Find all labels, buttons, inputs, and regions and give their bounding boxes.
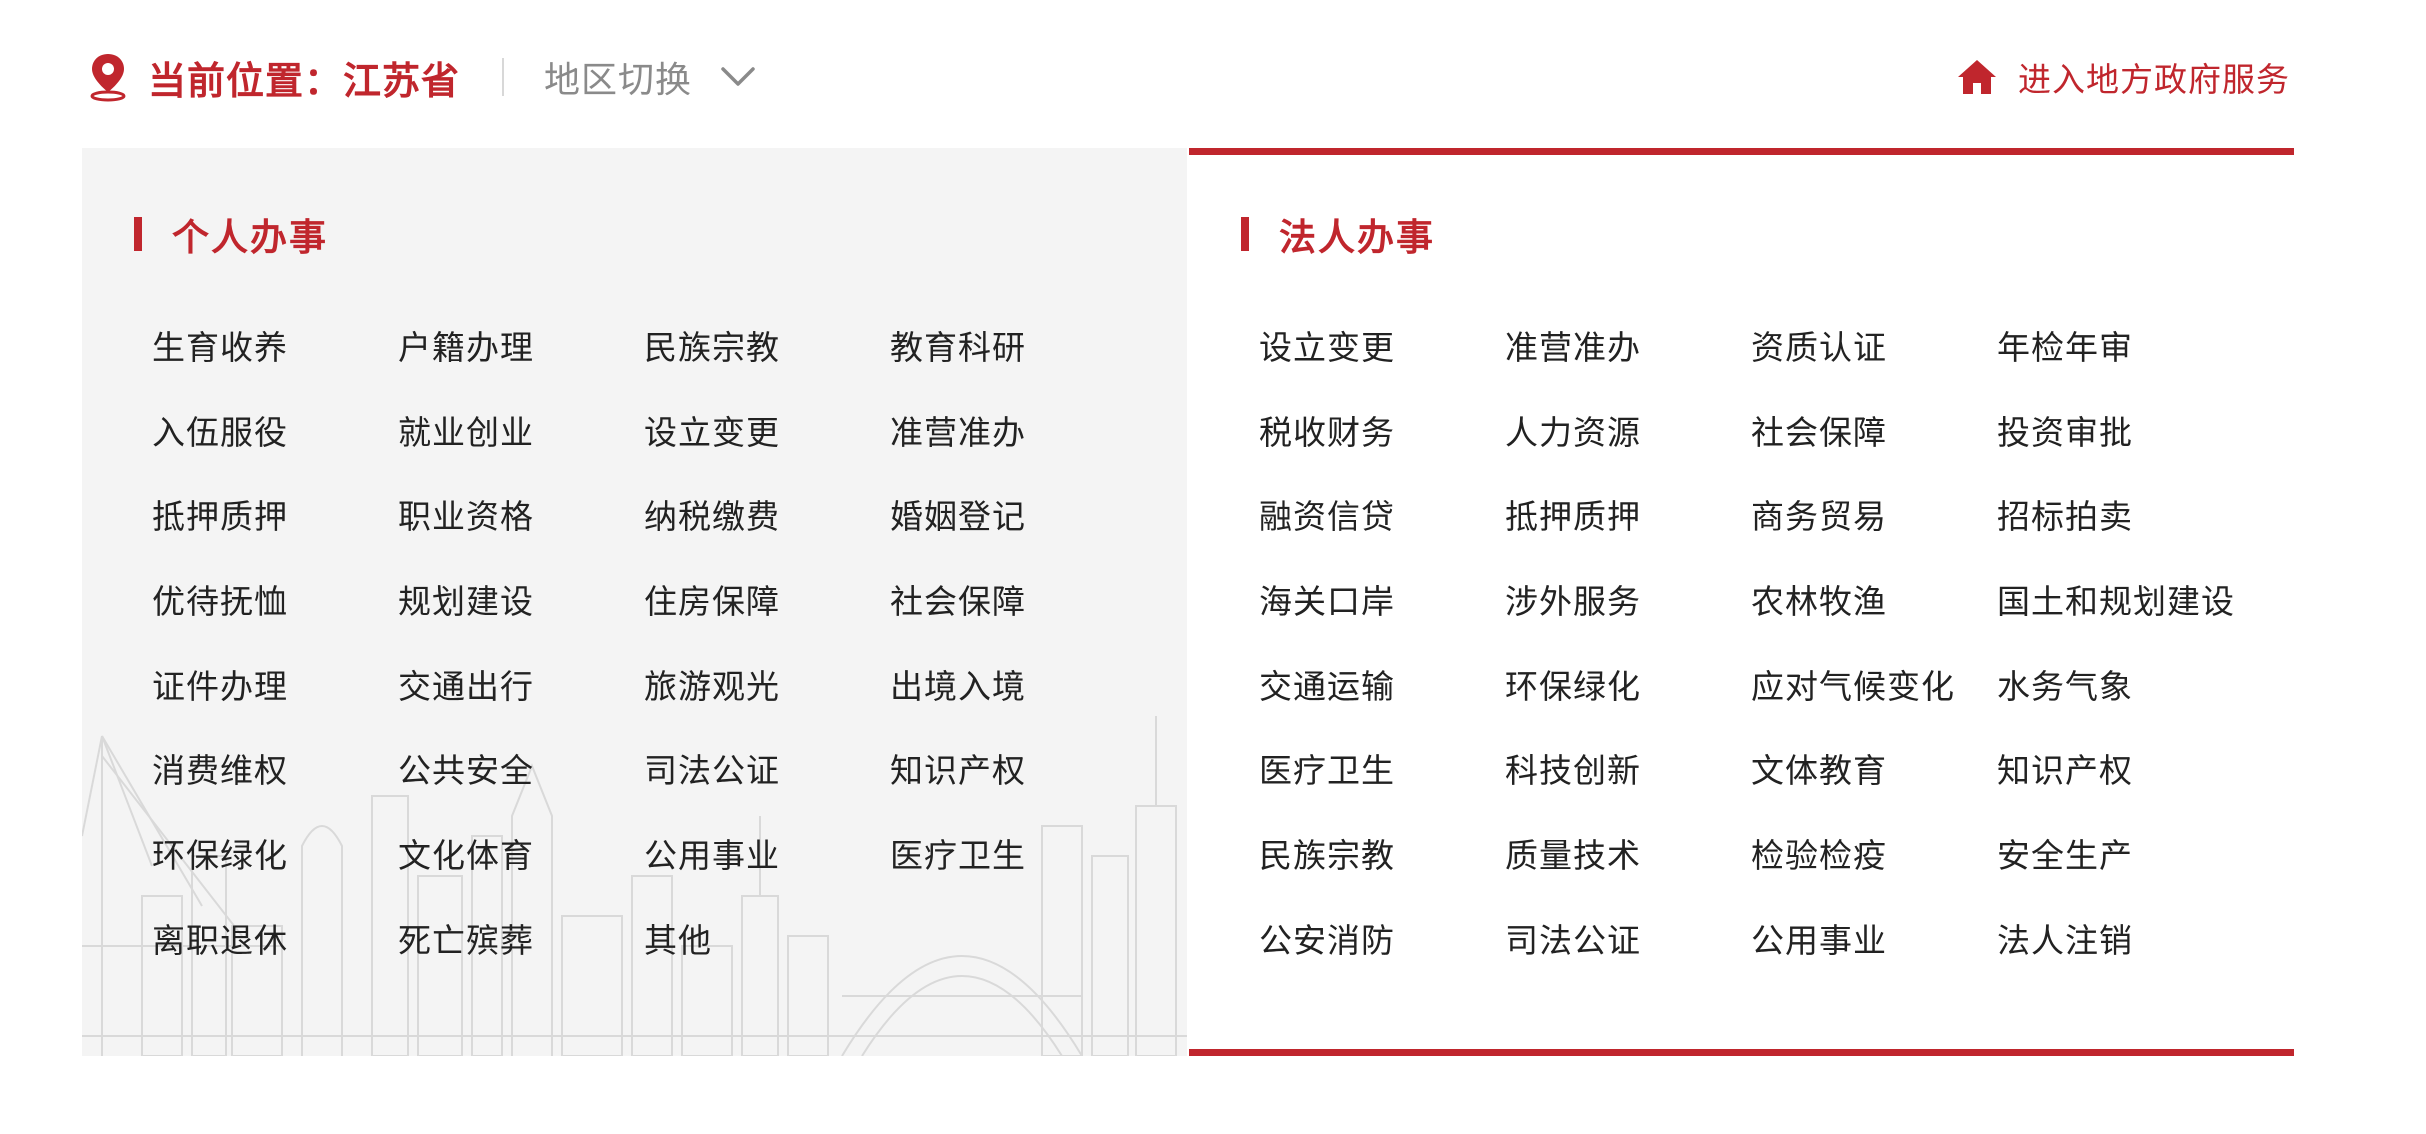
- service-directory-page: 当前位置： 江苏省 地区切换 进入地方政府服务 个人办事 生育收养 户籍办理 民…: [0, 0, 2426, 1134]
- local-gov-service-label: 进入地方政府服务: [2018, 60, 2290, 99]
- location-value: 江苏省: [343, 58, 461, 103]
- personal-affairs-grid: 生育收养 户籍办理 民族宗教 教育科研 入伍服役 就业创业 设立变更 准营准办 …: [152, 306, 1187, 984]
- legal-item[interactable]: 商务贸易: [1751, 475, 1997, 559]
- personal-item[interactable]: 户籍办理: [398, 306, 644, 390]
- local-gov-service-link[interactable]: 进入地方政府服务: [1956, 44, 2290, 110]
- legal-item[interactable]: 质量技术: [1505, 814, 1751, 898]
- personal-item[interactable]: 优待抚恤: [152, 560, 398, 644]
- map-pin-icon: [90, 54, 126, 102]
- legal-item[interactable]: 公安消防: [1259, 899, 1505, 983]
- legal-affairs-panel: 法人办事 设立变更 准营准办 资质认证 年检年审 税收财务 人力资源 社会保障 …: [1189, 148, 2294, 1056]
- legal-item[interactable]: 应对气候变化: [1751, 645, 1997, 729]
- personal-item[interactable]: 文化体育: [398, 814, 644, 898]
- personal-item[interactable]: 死亡殡葬: [398, 899, 644, 983]
- legal-item[interactable]: 科技创新: [1505, 729, 1751, 813]
- personal-item[interactable]: 环保绿化: [152, 814, 398, 898]
- chevron-down-icon: [721, 67, 755, 86]
- personal-item[interactable]: 出境入境: [890, 645, 1187, 729]
- legal-item[interactable]: 水务气象: [1997, 645, 2297, 729]
- personal-item[interactable]: 入伍服役: [152, 391, 398, 475]
- personal-item[interactable]: 婚姻登记: [890, 475, 1187, 559]
- personal-item[interactable]: 离职退休: [152, 899, 398, 983]
- personal-item[interactable]: 生育收养: [152, 306, 398, 390]
- personal-item[interactable]: 司法公证: [644, 729, 890, 813]
- legal-item[interactable]: 涉外服务: [1505, 560, 1751, 644]
- personal-item[interactable]: 纳税缴费: [644, 475, 890, 559]
- heading-accent-bar: [1241, 217, 1249, 251]
- legal-item[interactable]: 安全生产: [1997, 814, 2297, 898]
- personal-affairs-title: 个人办事: [172, 216, 328, 259]
- personal-item[interactable]: 教育科研: [890, 306, 1187, 390]
- legal-item[interactable]: 国土和规划建设: [1997, 560, 2297, 644]
- personal-affairs-panel: 个人办事 生育收养 户籍办理 民族宗教 教育科研 入伍服役 就业创业 设立变更 …: [82, 148, 1187, 1056]
- personal-item[interactable]: 职业资格: [398, 475, 644, 559]
- personal-item[interactable]: 就业创业: [398, 391, 644, 475]
- legal-affairs-heading: 法人办事: [1241, 206, 1435, 262]
- legal-item[interactable]: 农林牧渔: [1751, 560, 1997, 644]
- personal-item[interactable]: 其他: [644, 899, 890, 983]
- personal-item[interactable]: 交通出行: [398, 645, 644, 729]
- personal-item[interactable]: 旅游观光: [644, 645, 890, 729]
- legal-item[interactable]: 社会保障: [1751, 391, 1997, 475]
- legal-item[interactable]: 民族宗教: [1259, 814, 1505, 898]
- legal-item[interactable]: 司法公证: [1505, 899, 1751, 983]
- location-label: 当前位置：: [148, 58, 344, 103]
- personal-item[interactable]: 准营准办: [890, 391, 1187, 475]
- legal-item[interactable]: 人力资源: [1505, 391, 1751, 475]
- legal-item[interactable]: 公用事业: [1751, 899, 1997, 983]
- legal-item[interactable]: 设立变更: [1259, 306, 1505, 390]
- legal-item[interactable]: 环保绿化: [1505, 645, 1751, 729]
- legal-item[interactable]: 海关口岸: [1259, 560, 1505, 644]
- legal-item[interactable]: 交通运输: [1259, 645, 1505, 729]
- personal-item[interactable]: 消费维权: [152, 729, 398, 813]
- legal-item[interactable]: 抵押质押: [1505, 475, 1751, 559]
- personal-item[interactable]: 住房保障: [644, 560, 890, 644]
- personal-item[interactable]: 公共安全: [398, 729, 644, 813]
- legal-item[interactable]: 检验检疫: [1751, 814, 1997, 898]
- personal-item[interactable]: 抵押质押: [152, 475, 398, 559]
- personal-item[interactable]: 规划建设: [398, 560, 644, 644]
- region-switch-label: 地区切换: [544, 60, 693, 101]
- legal-item[interactable]: 投资审批: [1997, 391, 2297, 475]
- personal-item[interactable]: 社会保障: [890, 560, 1187, 644]
- legal-item[interactable]: 融资信贷: [1259, 475, 1505, 559]
- region-switch-dropdown[interactable]: 地区切换: [544, 51, 756, 103]
- legal-affairs-title: 法人办事: [1279, 216, 1435, 259]
- legal-item[interactable]: 准营准办: [1505, 306, 1751, 390]
- personal-affairs-heading: 个人办事: [134, 206, 328, 262]
- legal-item[interactable]: 法人注销: [1997, 899, 2297, 983]
- personal-item[interactable]: 民族宗教: [644, 306, 890, 390]
- legal-item[interactable]: 税收财务: [1259, 391, 1505, 475]
- personal-item[interactable]: 医疗卫生: [890, 814, 1187, 898]
- personal-item[interactable]: 公用事业: [644, 814, 890, 898]
- legal-item[interactable]: 资质认证: [1751, 306, 1997, 390]
- location-divider: [502, 58, 505, 96]
- current-location: 当前位置： 江苏省 地区切换: [88, 44, 756, 110]
- legal-item[interactable]: 文体教育: [1751, 729, 1997, 813]
- legal-affairs-grid: 设立变更 准营准办 资质认证 年检年审 税收财务 人力资源 社会保障 投资审批 …: [1259, 306, 2297, 984]
- legal-item[interactable]: 招标拍卖: [1997, 475, 2297, 559]
- personal-item[interactable]: 证件办理: [152, 645, 398, 729]
- legal-item[interactable]: 医疗卫生: [1259, 729, 1505, 813]
- home-icon: [1958, 60, 1996, 94]
- personal-item[interactable]: 设立变更: [644, 391, 890, 475]
- legal-item[interactable]: 年检年审: [1997, 306, 2297, 390]
- legal-item[interactable]: 知识产权: [1997, 729, 2297, 813]
- personal-item[interactable]: 知识产权: [890, 729, 1187, 813]
- heading-accent-bar: [134, 217, 142, 251]
